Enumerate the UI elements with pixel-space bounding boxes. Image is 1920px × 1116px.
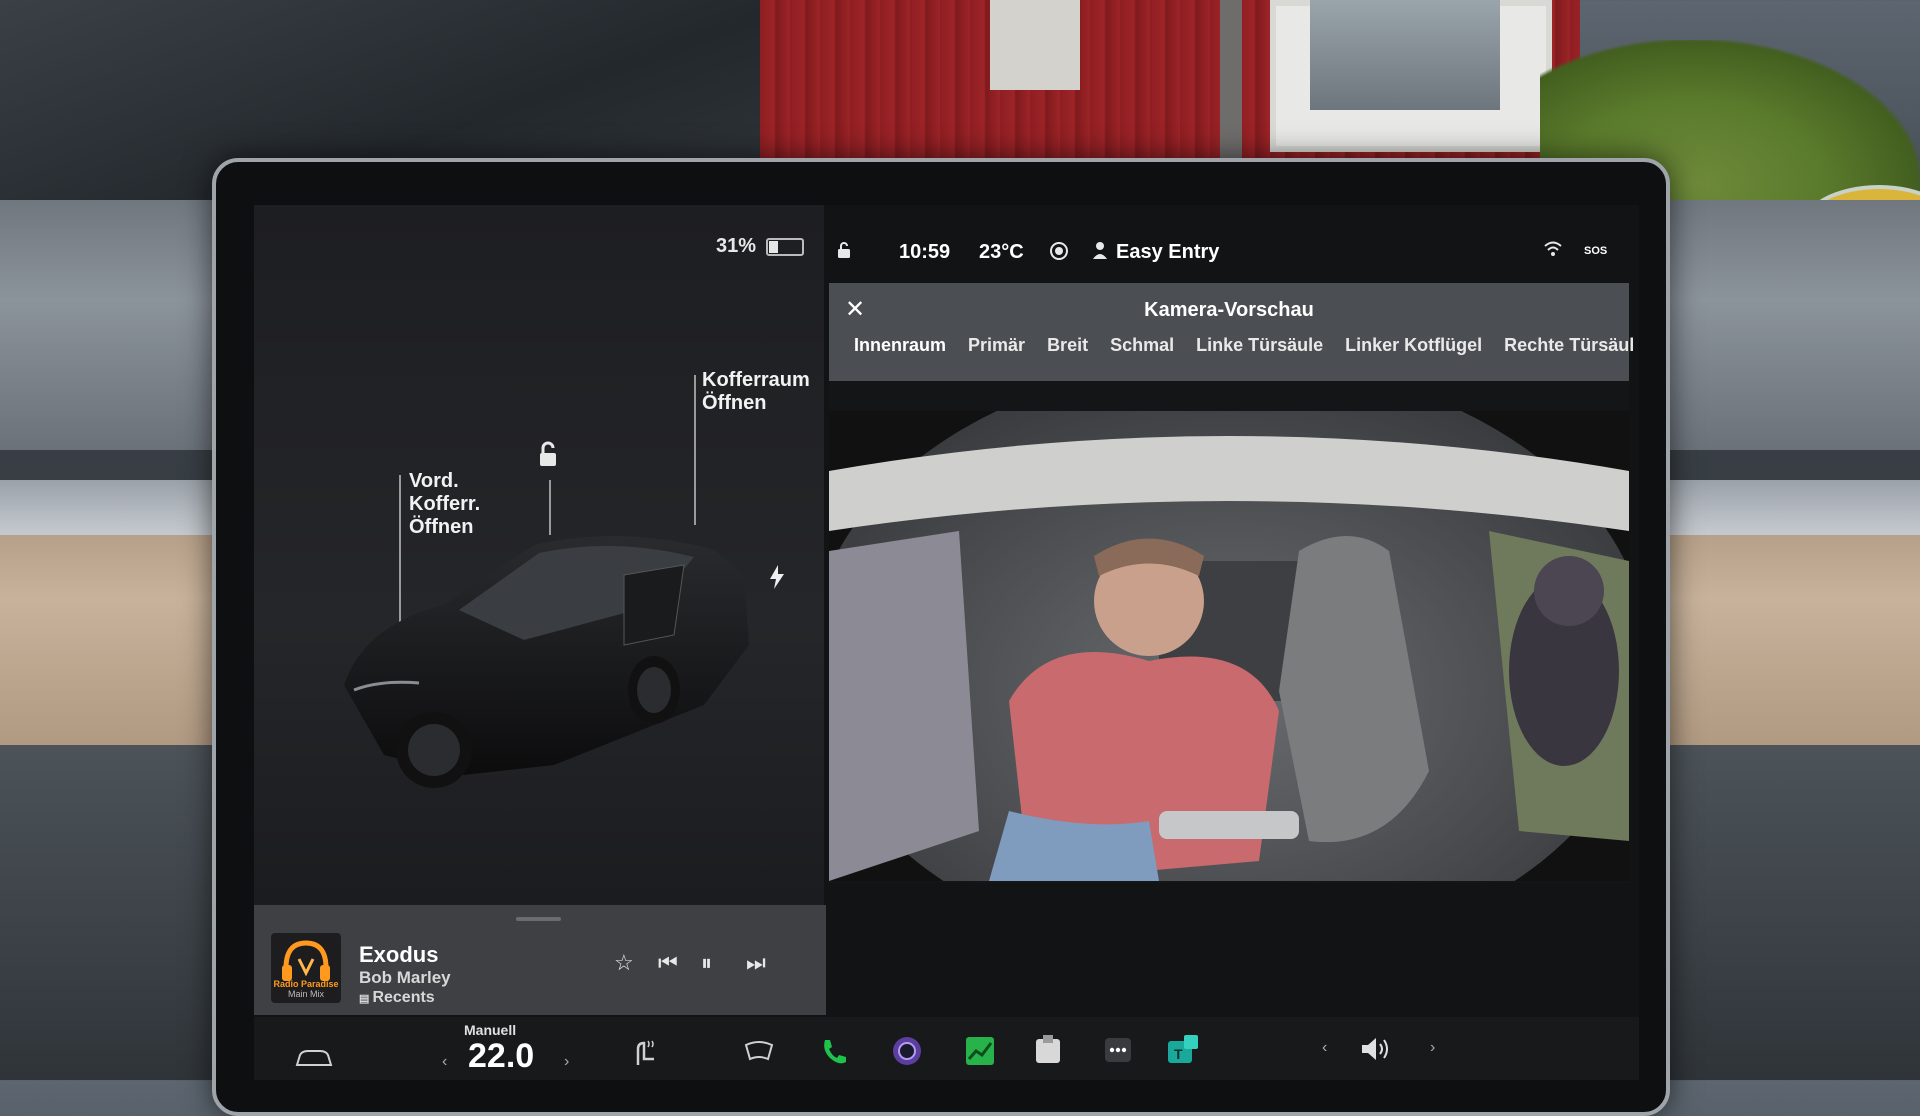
sos-indicator[interactable]: SOS: [1584, 245, 1607, 257]
camera-window-title: Kamera-Vorschau: [1144, 299, 1314, 321]
battery-fill: [769, 240, 779, 253]
house-window-glass: [1310, 0, 1500, 110]
more-apps-icon[interactable]: [1104, 1037, 1132, 1063]
phone-icon[interactable]: [819, 1037, 849, 1067]
volume-down-arrow[interactable]: ‹: [1322, 1039, 1327, 1057]
camera-tabs: Innenraum Primär Breit Schmal Linke Türsäule…: [854, 335, 1639, 356]
camera-preview-window: ✕ Kamera-Vorschau Innenraum Primär Breit Sc…: [829, 283, 1634, 883]
trunk-leader-line: [694, 375, 696, 525]
status-bar: 10:59 23°C Easy Entry SOS: [824, 205, 1639, 280]
charge-port-icon[interactable]: [768, 565, 786, 589]
temp-down-arrow[interactable]: ‹: [442, 1053, 447, 1071]
next-track-icon[interactable]: ⏭: [746, 950, 766, 976]
house-window-small: [990, 0, 1080, 90]
sentry-mode-icon[interactable]: [1049, 241, 1069, 261]
toybox-app-icon[interactable]: T: [1166, 1033, 1202, 1065]
camera-header: ✕ Kamera-Vorschau Innenraum Primär Breit Sc…: [829, 283, 1634, 381]
camera-app-icon[interactable]: [891, 1035, 923, 1067]
energy-app-icon[interactable]: [964, 1035, 996, 1067]
camera-tab[interactable]: Breit: [1047, 335, 1088, 356]
media-player: Radio Paradise Main Mix Exodus Bob Marle…: [254, 905, 826, 1015]
car-model-image: [344, 536, 749, 788]
album-art-line1: Radio Paradise: [273, 979, 339, 989]
climate-temperature[interactable]: 22.0: [468, 1037, 534, 1076]
volume-icon[interactable]: [1359, 1035, 1393, 1063]
previous-track-icon[interactable]: ⏮: [658, 950, 678, 976]
camera-tab[interactable]: Rechte Türsäul: [1504, 335, 1634, 356]
car-icon[interactable]: [294, 1047, 334, 1069]
camera-tab[interactable]: Linke Türsäule: [1196, 335, 1323, 356]
wifi-icon: [1544, 241, 1562, 256]
battery-icon: [766, 237, 804, 256]
song-source[interactable]: ▤ Recents: [359, 989, 435, 1007]
pause-icon[interactable]: ⏸: [701, 950, 712, 976]
song-title: Exodus: [359, 942, 439, 967]
camera-tab[interactable]: Innenraum: [854, 335, 946, 356]
climate-mode-label: Manuell: [464, 1022, 517, 1038]
battery-indicator: 31%: [716, 235, 804, 258]
touchscreen: 31% Vord. Kofferr. Öffnen Kofferraum Öff…: [254, 205, 1639, 1080]
camera-tab[interactable]: Primär: [968, 335, 1025, 356]
dashcam-app-icon[interactable]: [1034, 1035, 1062, 1065]
volume-up-arrow[interactable]: ›: [1430, 1039, 1435, 1057]
source-label: Recents: [372, 989, 435, 1006]
song-artist: Bob Marley: [359, 968, 451, 987]
album-art[interactable]: Radio Paradise Main Mix: [271, 933, 341, 1003]
lock-status-icon[interactable]: [836, 241, 852, 259]
album-art-line2: Main Mix: [287, 989, 324, 999]
driver-profile-name[interactable]: Easy Entry: [1116, 241, 1219, 264]
open-trunk-button[interactable]: Kofferraum Öffnen: [702, 369, 810, 415]
seat-heater-icon[interactable]: [630, 1037, 660, 1067]
camera-feed: [829, 411, 1629, 881]
defrost-icon[interactable]: [744, 1039, 774, 1061]
temp-up-arrow[interactable]: ›: [564, 1053, 569, 1071]
clock: 10:59: [899, 241, 951, 263]
cabin-camera-image: [829, 411, 1629, 881]
outside-temperature: 23°C: [979, 241, 1024, 263]
camera-tab[interactable]: Schmal: [1110, 335, 1174, 356]
bottom-dock: ‹ Manuell 22.0 › T ‹ ›: [254, 1017, 1639, 1080]
battery-percent: 31%: [715, 235, 756, 257]
camera-tab[interactable]: Linker Kotflügel: [1345, 335, 1482, 356]
unlock-icon[interactable]: [534, 440, 562, 470]
profile-icon[interactable]: [1092, 241, 1108, 259]
svg-text:T: T: [1174, 1046, 1183, 1062]
recents-icon: ▤: [359, 993, 373, 1005]
media-drag-handle[interactable]: [516, 917, 561, 921]
car-panel: 31% Vord. Kofferr. Öffnen Kofferraum Öff…: [254, 205, 824, 905]
favorite-star-icon[interactable]: ☆: [614, 950, 634, 976]
